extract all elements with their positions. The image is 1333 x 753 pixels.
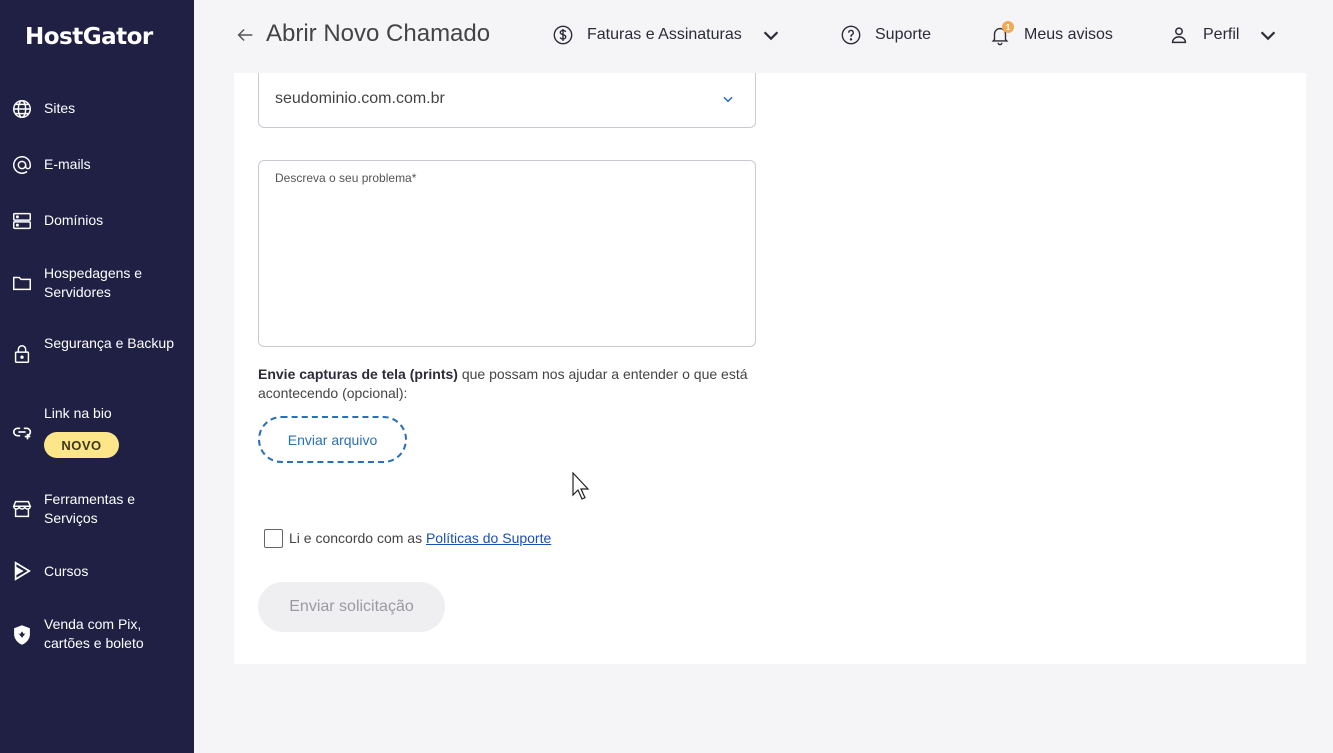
billing-menu[interactable]: Faturas e Assinaturas xyxy=(552,22,782,48)
dollar-icon xyxy=(553,25,573,45)
page-title: Abrir Novo Chamado xyxy=(266,20,491,47)
sidebar-item-label: Hospedagens e Servidores xyxy=(44,265,143,300)
submit-request-button[interactable]: Enviar solicitação xyxy=(258,582,445,632)
profile-label: Perfil xyxy=(1203,26,1240,43)
sidebar-item-cursos[interactable]: Cursos xyxy=(0,560,194,582)
back-arrow-icon[interactable] xyxy=(234,24,256,46)
sidebar-item-label: Ferramentas e Serviços xyxy=(44,491,136,526)
upload-instructions-bold: Envie capturas de tela (prints) xyxy=(258,366,458,382)
sidebar-item-label: Venda com Pix, cartões e boleto xyxy=(44,616,144,651)
upload-file-button[interactable]: Enviar arquivo xyxy=(258,416,407,463)
sidebar-item-venda[interactable]: Venda com Pix, cartões e boleto xyxy=(0,615,194,653)
sidebar-item-label: Sites xyxy=(44,100,76,116)
notices-label: Meus avisos xyxy=(1024,26,1113,43)
domain-select[interactable]: seudominio.com.com.br xyxy=(258,73,756,128)
sidebar-item-dominios[interactable]: Domínios xyxy=(0,210,194,232)
sidebar-item-seguranca[interactable]: Segurança e Backup xyxy=(0,334,194,372)
support-menu[interactable]: Suporte xyxy=(840,22,931,48)
sidebar-item-label: Link na bio xyxy=(44,405,112,421)
problem-description-textarea[interactable]: Descreva o seu problema* xyxy=(258,160,756,347)
sidebar: HostGator Sites E-mails Domínios Hospeda… xyxy=(0,0,194,753)
hostgator-logo[interactable]: HostGator xyxy=(25,24,153,50)
mouse-cursor-icon xyxy=(572,472,590,500)
chevron-down-icon xyxy=(763,31,778,41)
sidebar-item-label: E-mails xyxy=(44,156,91,172)
chevron-down-icon xyxy=(1261,31,1276,41)
description-label: Descreva o seu problema* xyxy=(275,171,417,185)
chevron-down-icon xyxy=(723,96,733,103)
profile-menu[interactable]: Perfil xyxy=(1168,22,1279,48)
sidebar-item-label: Cursos xyxy=(44,563,89,579)
terms-checkbox[interactable] xyxy=(264,529,283,548)
folder-icon xyxy=(11,272,33,294)
globe-icon xyxy=(11,98,33,120)
store-icon xyxy=(11,498,33,520)
new-badge: NOVO xyxy=(44,432,119,458)
sidebar-item-emails[interactable]: E-mails xyxy=(0,154,194,176)
sidebar-item-hospedagens[interactable]: Hospedagens e Servidores xyxy=(0,264,194,302)
terms-label: Li e concordo com as Políticas do Suport… xyxy=(289,530,551,546)
user-icon xyxy=(1171,27,1187,44)
sidebar-item-ferramentas[interactable]: Ferramentas e Serviços xyxy=(0,490,194,528)
support-label: Suporte xyxy=(875,26,932,43)
play-icon xyxy=(11,560,33,582)
lock-icon xyxy=(11,343,33,365)
at-icon xyxy=(11,154,33,176)
support-policies-link[interactable]: Políticas do Suporte xyxy=(426,530,551,546)
terms-prefix: Li e concordo com as xyxy=(289,530,426,546)
upload-instructions: Envie capturas de tela (prints) que poss… xyxy=(258,365,756,403)
shield-icon xyxy=(11,624,33,646)
billing-label: Faturas e Assinaturas xyxy=(587,26,742,43)
sidebar-item-sites[interactable]: Sites xyxy=(0,98,194,120)
link-icon xyxy=(11,421,33,443)
notification-count: 1 xyxy=(1002,21,1014,33)
sidebar-item-label: Domínios xyxy=(44,212,104,228)
domain-select-value: seudominio.com.com.br xyxy=(275,90,445,107)
help-icon xyxy=(841,25,861,45)
sidebar-item-label: Segurança e Backup xyxy=(44,335,174,351)
server-icon xyxy=(11,210,33,232)
